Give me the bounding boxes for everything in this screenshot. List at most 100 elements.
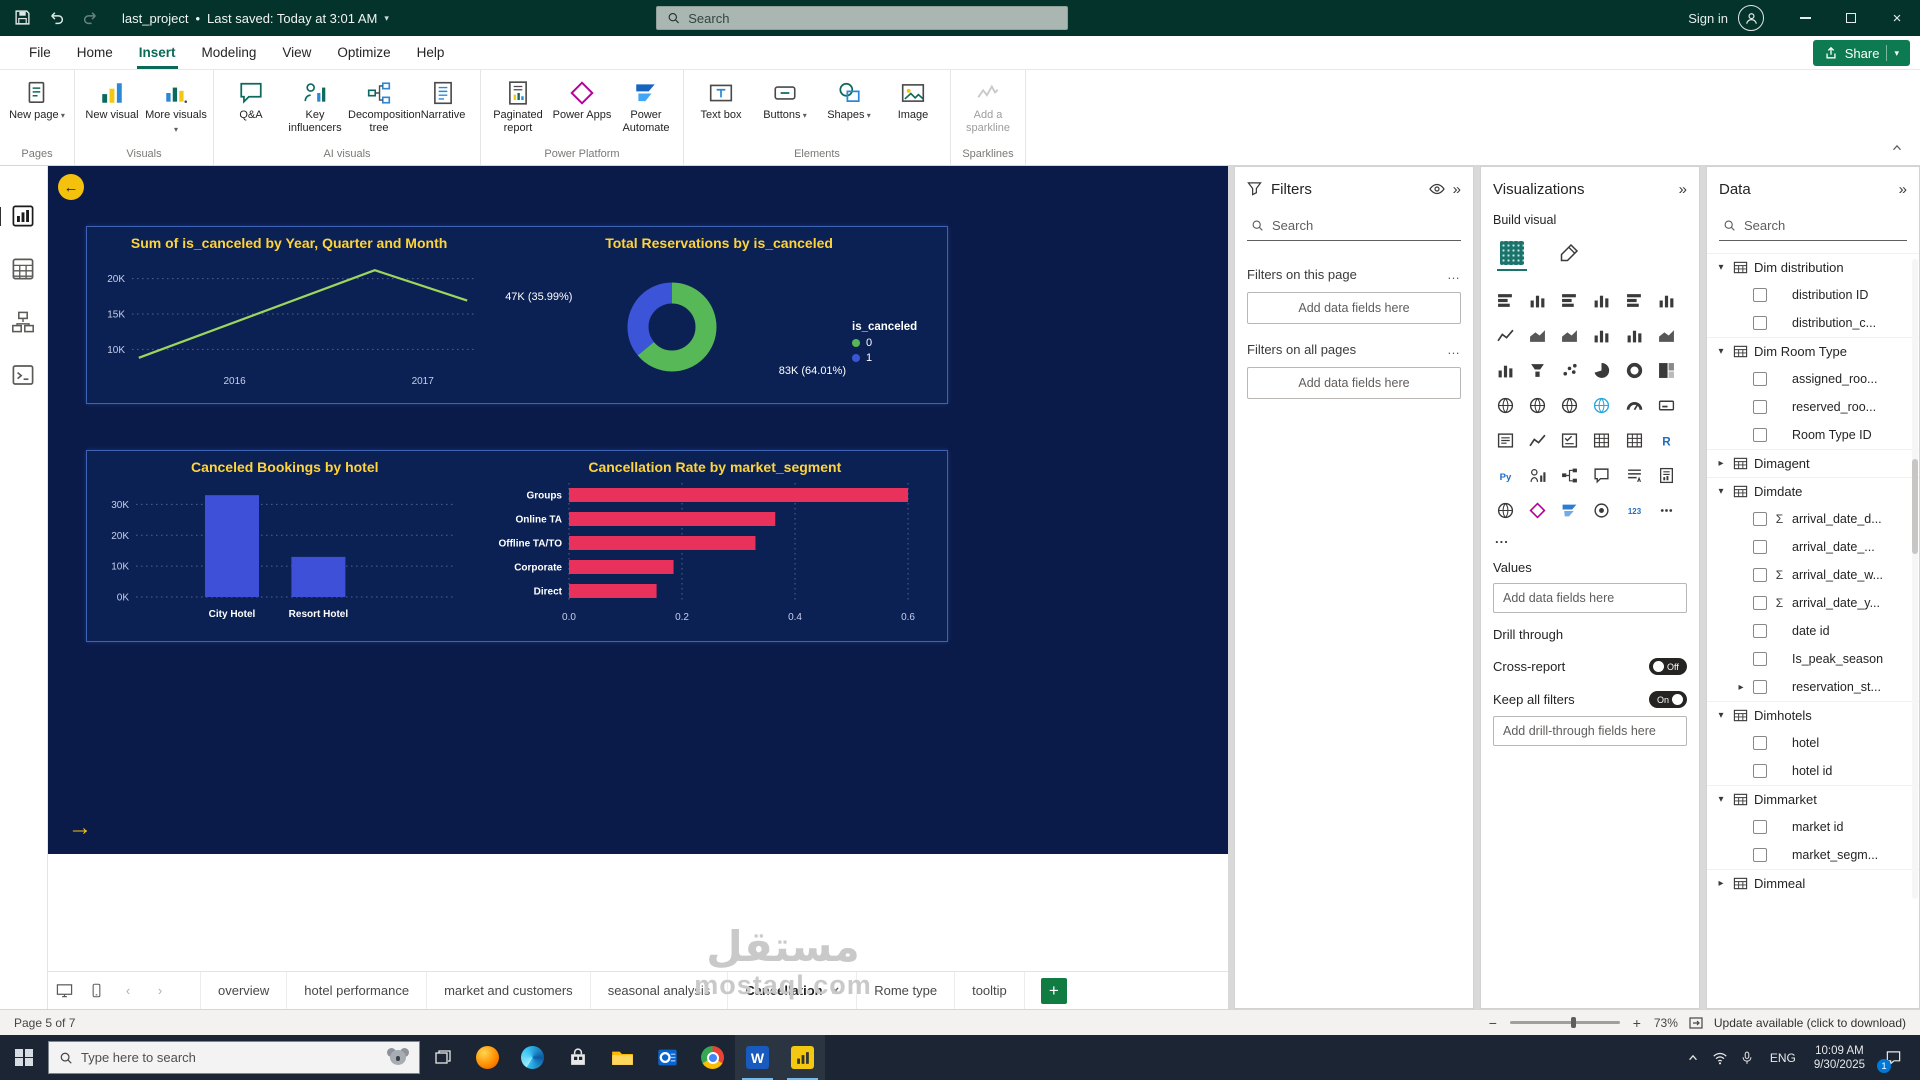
close-tab-icon[interactable]: × [832,983,840,998]
data-table-dimagent[interactable]: ▸Dimagent [1707,449,1919,477]
chevron-right-icon[interactable]: ▸ [1735,682,1747,693]
values-dropzone[interactable]: Add data fields here [1493,583,1687,613]
data-field-market-id[interactable]: market id [1707,813,1919,841]
scrollbar-thumb[interactable] [1912,459,1918,554]
viz-qa-visual-icon[interactable] [1590,464,1614,486]
field-checkbox[interactable] [1753,652,1767,666]
field-checkbox[interactable] [1753,596,1767,610]
field-checkbox[interactable] [1753,680,1767,694]
viz-donut-chart-icon[interactable] [1622,359,1646,381]
share-chevron-down-icon[interactable]: ▾ [1894,48,1899,59]
model-view-icon[interactable] [11,310,36,335]
ribbon-button-shapes[interactable]: Shapes ▾ [817,73,881,123]
chrome-app-icon[interactable] [690,1035,735,1080]
field-checkbox[interactable] [1753,288,1767,302]
drill-through-dropzone[interactable]: Add drill-through fields here [1493,716,1687,746]
ribbon-button-image[interactable]: Image [881,73,945,122]
chevron-right-icon[interactable]: ▸ [1715,458,1727,469]
viz-pie-chart-icon[interactable] [1590,359,1614,381]
data-table-dimdate[interactable]: ▾Dimdate [1707,477,1919,505]
keep-all-filters-toggle[interactable]: On [1649,691,1687,708]
ribbon-button-new-visual[interactable]: New visual [80,73,144,122]
filters-all-pages-dropzone[interactable]: Add data fields here [1247,367,1461,399]
mobile-layout-icon[interactable] [80,972,112,1009]
viz-stacked-area-chart-icon[interactable] [1558,324,1582,346]
powerbi-app-icon[interactable] [780,1035,825,1080]
menu-modeling[interactable]: Modeling [189,36,270,69]
page-tab-tooltip[interactable]: tooltip [955,972,1025,1009]
tabs-scroll-right-icon[interactable]: › [144,972,176,1009]
chevron-down-icon[interactable]: ▾ [1715,794,1727,805]
global-search-box[interactable] [656,6,1068,30]
maximize-button[interactable] [1828,0,1874,36]
title-chevron-down-icon[interactable]: ▾ [384,13,389,24]
update-available-link[interactable]: Update available (click to download) [1714,1016,1906,1030]
viz-gauge-icon[interactable] [1622,394,1646,416]
data-field-room-type-id[interactable]: Room Type ID [1707,421,1919,449]
viz-table-icon[interactable] [1590,429,1614,451]
language-indicator[interactable]: ENG [1761,1051,1805,1065]
viz-line-and-stacked-column-chart-icon[interactable] [1590,324,1614,346]
viz-arcgis-map-icon[interactable] [1493,499,1517,521]
page-tab-rome-type[interactable]: Rome type [857,972,955,1009]
viz-smart-narrative-icon[interactable] [1622,464,1646,486]
field-checkbox[interactable] [1753,848,1767,862]
data-field-arrival-date-y[interactable]: Σarrival_date_y... [1707,589,1919,617]
page-tab-overview[interactable]: overview [200,972,287,1009]
chevron-down-icon[interactable]: ▾ [1715,486,1727,497]
viz-line-chart-icon[interactable] [1493,324,1517,346]
dax-query-view-icon[interactable] [11,363,36,388]
legend-item-0[interactable]: 0 [852,337,947,349]
top-visuals-container[interactable]: Sum of is_canceled by Year, Quarter and … [86,226,948,404]
page-tab-market-and-customers[interactable]: market and customers [427,972,591,1009]
next-page-arrow[interactable] [68,814,92,842]
microphone-icon[interactable] [1734,1035,1761,1080]
ribbon-button-narrative[interactable]: Narrative [411,73,475,122]
data-field-hotel[interactable]: hotel [1707,729,1919,757]
page-tab-hotel-performance[interactable]: hotel performance [287,972,427,1009]
collapse-visualizations-pane-icon[interactable]: » [1679,181,1687,198]
save-icon[interactable] [14,9,32,27]
viz-ribbon-chart-icon[interactable] [1655,324,1679,346]
data-field-reserved-roo[interactable]: reserved_roo... [1707,393,1919,421]
data-table-dimmarket[interactable]: ▾Dimmarket [1707,785,1919,813]
word-app-icon[interactable]: W [735,1035,780,1080]
data-field-hotel-id[interactable]: hotel id [1707,757,1919,785]
eye-icon[interactable] [1429,181,1445,197]
field-checkbox[interactable] [1753,400,1767,414]
edge-app-icon[interactable] [510,1035,555,1080]
menu-file[interactable]: File [16,36,64,69]
table-view-icon[interactable] [11,257,36,282]
data-field-arrival-date-d[interactable]: Σarrival_date_d... [1707,505,1919,533]
data-field-arrival-date-w[interactable]: Σarrival_date_w... [1707,561,1919,589]
ribbon-button-power-apps[interactable]: Power Apps [550,73,614,122]
filters-search-box[interactable] [1247,211,1461,241]
desktop-layout-icon[interactable] [48,972,80,1009]
data-field-arrival-date[interactable]: arrival_date_... [1707,533,1919,561]
data-search-box[interactable] [1719,211,1907,241]
viz-kpi-icon[interactable] [1525,429,1549,451]
menu-view[interactable]: View [269,36,324,69]
explorer-app-icon[interactable] [600,1035,645,1080]
chevron-down-icon[interactable]: ▾ [1715,262,1727,273]
viz-waterfall-chart-icon[interactable] [1493,359,1517,381]
viz-stacked-column-chart-icon[interactable] [1525,289,1549,311]
viz-metrics-icon[interactable] [1590,499,1614,521]
viz-python-visual-icon[interactable]: Py [1493,464,1517,486]
chevron-right-icon[interactable]: ▸ [1715,878,1727,889]
viz-funnel-icon[interactable] [1525,359,1549,381]
ribbon-button-paginated-report[interactable]: Paginated report [486,73,550,134]
viz-paginated-report-icon[interactable] [1655,464,1679,486]
back-button[interactable] [58,174,84,200]
field-checkbox[interactable] [1753,736,1767,750]
field-checkbox[interactable] [1753,764,1767,778]
viz-123-numeric-icon[interactable]: 123 [1622,499,1646,521]
visual-line-chart[interactable]: Sum of is_canceled by Year, Quarter and … [87,227,491,403]
field-checkbox[interactable] [1753,820,1767,834]
menu-insert[interactable]: Insert [126,36,189,69]
data-field-distribution-c[interactable]: distribution_c... [1707,309,1919,337]
task-view-icon[interactable] [420,1035,465,1080]
chevron-down-icon[interactable]: ▾ [1715,346,1727,357]
filters-page-dropzone[interactable]: Add data fields here [1247,292,1461,324]
page-tab-cancellation[interactable]: Cancellation× [728,972,857,1009]
